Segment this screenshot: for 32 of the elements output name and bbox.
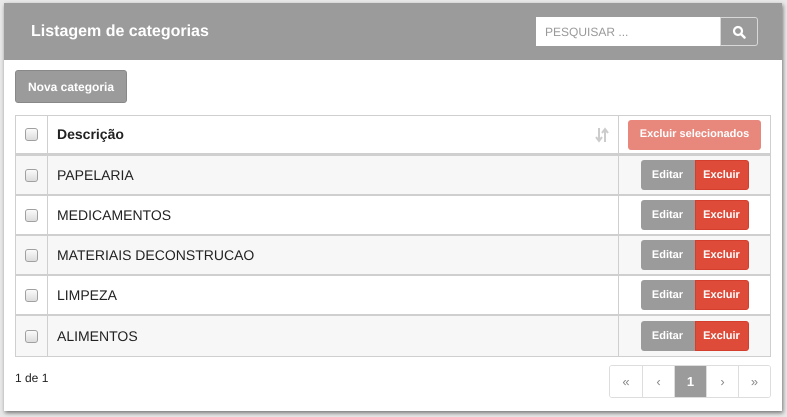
delete-button[interactable]: Excluir [694,321,748,351]
table-cell-text: PAPELARIA [57,166,134,184]
search-icon [732,24,746,38]
edit-button[interactable]: Editar [640,240,694,270]
table-cell-text: ALIMENTOS [57,326,138,346]
page-info: 1 de 1 [15,370,48,387]
checkbox[interactable] [25,248,38,262]
new-category-button[interactable]: Nova categoria [15,70,128,103]
delete-button[interactable]: Excluir [694,280,748,310]
delete-button[interactable]: Excluir [694,240,748,270]
delete-button[interactable]: Excluir [694,200,748,230]
column-header[interactable]: Descrição [48,116,619,153]
sort-icon[interactable] [595,126,609,142]
search-field[interactable]: PESQUISAR ... [536,17,720,46]
search-button[interactable] [720,17,758,46]
delete-button[interactable]: Excluir [694,160,748,190]
checkbox[interactable] [25,208,38,222]
pagination-button[interactable]: » [738,366,770,397]
checkbox[interactable] [25,168,38,182]
checkbox[interactable] [25,330,38,342]
edit-button[interactable]: Editar [640,280,694,310]
table-cell-text: LIMPEZA [57,286,117,304]
pagination-button[interactable]: 1 [674,366,706,397]
checkbox[interactable] [25,128,38,141]
edit-button[interactable]: Editar [640,200,694,230]
checkbox[interactable] [25,288,38,302]
table-cell-text: MEDICAMENTOS [57,206,172,224]
table-cell-text: MATERIAIS DECONSTRUCAO [57,246,254,264]
edit-button[interactable]: Editar [640,160,694,190]
edit-button[interactable]: Editar [640,321,694,351]
panel-title: Listagem de categorias [31,22,209,42]
delete-selected-button[interactable]: Excluir selecionados [628,120,761,150]
